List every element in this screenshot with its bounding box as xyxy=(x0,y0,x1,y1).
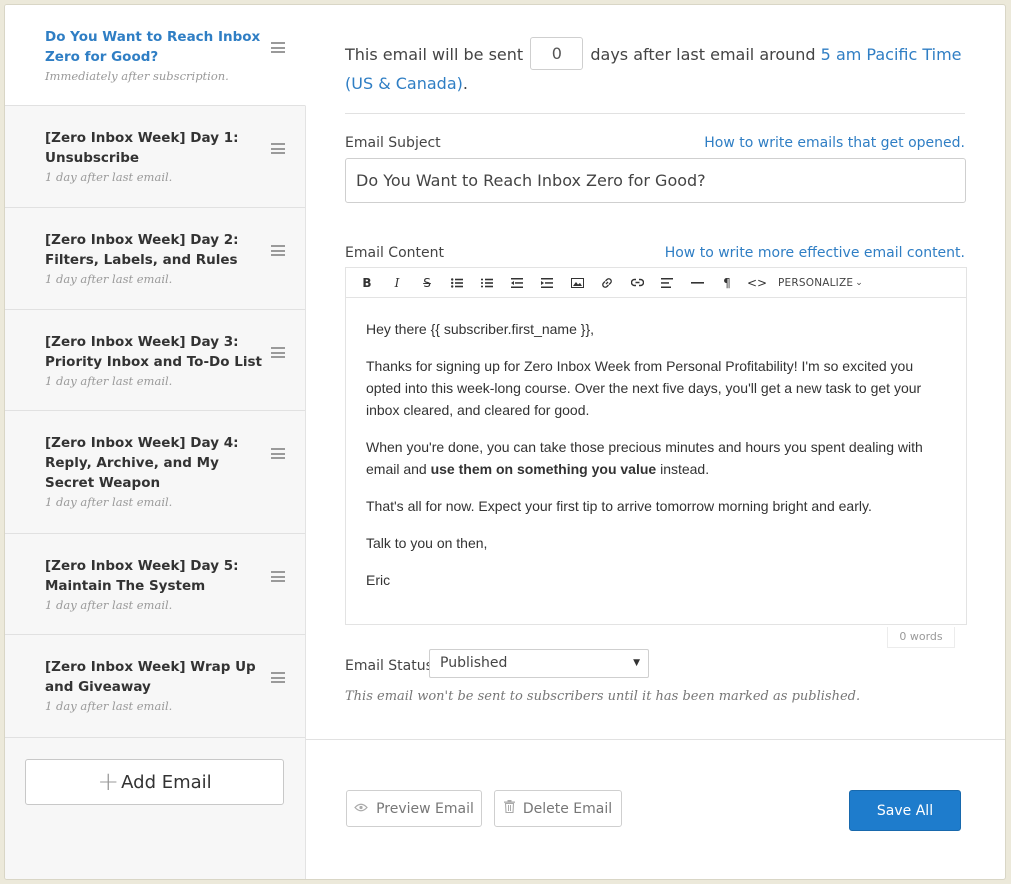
paragraph-icon[interactable]: ¶ xyxy=(712,268,742,298)
sidebar-item-title: [Zero Inbox Week] Wrap Up and Giveaway xyxy=(45,659,256,695)
body-text: instead. xyxy=(656,461,710,477)
email-body[interactable]: Hey there {{ subscriber.first_name }}, T… xyxy=(346,298,966,591)
code-icon[interactable]: <> xyxy=(742,268,772,298)
delete-email-button[interactable]: Delete Email xyxy=(494,790,622,827)
delete-label: Delete Email xyxy=(522,800,613,817)
preview-email-button[interactable]: Preview Email xyxy=(346,790,482,827)
caret-down-icon: ▼ xyxy=(633,658,640,668)
body-paragraph: Talk to you on then, xyxy=(366,535,488,551)
image-icon[interactable] xyxy=(562,268,592,298)
numbered-list-icon[interactable] xyxy=(472,268,502,298)
editor-toolbar: B I S ¶ <> PERSONALIZE ⌄ xyxy=(346,268,966,298)
save-all-button[interactable]: Save All xyxy=(849,790,961,831)
bold-icon[interactable]: B xyxy=(352,268,382,298)
body-signature: Eric xyxy=(366,572,391,588)
bullet-list-icon[interactable] xyxy=(442,268,472,298)
subject-help-link[interactable]: How to write emails that get opened. xyxy=(704,135,965,151)
align-left-icon[interactable] xyxy=(652,268,682,298)
schedule-middle: days after last email around xyxy=(590,45,816,64)
strikethrough-icon[interactable]: S xyxy=(412,268,442,298)
add-email-label: Add Email xyxy=(121,771,212,793)
trash-icon xyxy=(503,800,515,817)
sidebar-item-subtitle: 1 day after last email. xyxy=(45,699,173,713)
personalize-dropdown[interactable]: PERSONALIZE ⌄ xyxy=(772,268,869,298)
body-bold-text: use them on something you value xyxy=(430,461,657,477)
body-paragraph-2: When you're done, you can take those pre… xyxy=(366,436,946,480)
drag-handle-icon[interactable] xyxy=(271,672,285,683)
sidebar-item-subtitle: 1 day after last email. xyxy=(45,374,173,388)
send-schedule: This email will be sent 0 days after las… xyxy=(345,37,967,98)
sidebar-item-title: Do You Want to Reach Inbox Zero for Good… xyxy=(45,29,261,65)
editor-window: Do You Want to Reach Inbox Zero for Good… xyxy=(4,4,1006,880)
drag-handle-icon[interactable] xyxy=(271,347,285,358)
schedule-suffix: . xyxy=(462,74,468,93)
outdent-icon[interactable] xyxy=(502,268,532,298)
link-icon[interactable] xyxy=(592,268,622,298)
days-delay-input[interactable]: 0 xyxy=(530,37,584,70)
body-paragraph: Thanks for signing up for Zero Inbox Wee… xyxy=(366,358,922,418)
personalize-label: PERSONALIZE xyxy=(778,276,854,289)
sidebar-item-title: [Zero Inbox Week] Day 4: Reply, Archive,… xyxy=(45,435,239,491)
drag-handle-icon[interactable] xyxy=(271,245,285,256)
status-label: Email Status xyxy=(345,658,433,674)
sidebar-item-email-1[interactable]: Do You Want to Reach Inbox Zero for Good… xyxy=(5,5,306,106)
sidebar-item-subtitle: 1 day after last email. xyxy=(45,170,173,184)
drag-handle-icon[interactable] xyxy=(271,571,285,582)
drag-handle-icon[interactable] xyxy=(271,143,285,154)
body-greeting: Hey there {{ subscriber.first_name }}, xyxy=(366,321,595,337)
preview-label: Preview Email xyxy=(376,800,474,817)
rich-text-editor: B I S ¶ <> PERSONALIZE ⌄ Hey there {{su… xyxy=(345,267,967,625)
chevron-down-icon: ⌄ xyxy=(855,277,863,288)
schedule-prefix: This email will be sent xyxy=(345,45,524,64)
divider xyxy=(306,739,1005,740)
content-help-link[interactable]: How to write more effective email conten… xyxy=(665,245,965,261)
add-email-button[interactable]: + Add Email xyxy=(25,759,284,805)
status-selected-value: Published xyxy=(440,655,508,671)
drag-handle-icon[interactable] xyxy=(271,448,285,459)
word-count: 0 words xyxy=(887,627,955,648)
sidebar-item-email-4[interactable]: [Zero Inbox Week] Day 3: Priority Inbox … xyxy=(5,310,305,411)
sidebar-item-email-7[interactable]: [Zero Inbox Week] Wrap Up and Giveaway 1… xyxy=(5,635,305,738)
divider xyxy=(345,113,965,114)
sidebar-item-subtitle: 1 day after last email. xyxy=(45,272,173,286)
body-paragraph: That's all for now. Expect your first ti… xyxy=(366,498,872,514)
email-editor-panel: This email will be sent 0 days after las… xyxy=(306,5,1005,879)
sidebar-item-title: [Zero Inbox Week] Day 5: Maintain The Sy… xyxy=(45,558,239,594)
subject-label: Email Subject xyxy=(345,135,441,151)
sidebar-item-title: [Zero Inbox Week] Day 1: Unsubscribe xyxy=(45,130,239,166)
sidebar-item-email-2[interactable]: [Zero Inbox Week] Day 1: Unsubscribe 1 d… xyxy=(5,106,305,208)
sidebar-item-subtitle: Immediately after subscription. xyxy=(45,69,229,83)
eye-icon xyxy=(354,801,368,816)
sidebar-item-email-5[interactable]: [Zero Inbox Week] Day 4: Reply, Archive,… xyxy=(5,411,305,534)
email-sequence-sidebar: Do You Want to Reach Inbox Zero for Good… xyxy=(5,5,306,879)
sidebar-item-subtitle: 1 day after last email. xyxy=(45,495,173,509)
sidebar-item-email-3[interactable]: [Zero Inbox Week] Day 2: Filters, Labels… xyxy=(5,208,305,310)
sidebar-item-email-6[interactable]: [Zero Inbox Week] Day 5: Maintain The Sy… xyxy=(5,534,305,635)
plus-icon: + xyxy=(97,767,120,797)
status-select[interactable]: Published ▼ xyxy=(429,649,649,678)
sidebar-item-title: [Zero Inbox Week] Day 3: Priority Inbox … xyxy=(45,334,262,370)
drag-handle-icon[interactable] xyxy=(271,42,285,53)
status-note: This email won't be sent to subscribers … xyxy=(345,689,861,704)
horizontal-rule-icon[interactable] xyxy=(682,268,712,298)
indent-icon[interactable] xyxy=(532,268,562,298)
sidebar-item-subtitle: 1 day after last email. xyxy=(45,598,173,612)
unlink-icon[interactable] xyxy=(622,268,652,298)
content-label: Email Content xyxy=(345,245,444,261)
italic-icon[interactable]: I xyxy=(382,268,412,298)
sidebar-item-title: [Zero Inbox Week] Day 2: Filters, Labels… xyxy=(45,232,239,268)
subject-input[interactable]: Do You Want to Reach Inbox Zero for Good… xyxy=(345,158,966,203)
